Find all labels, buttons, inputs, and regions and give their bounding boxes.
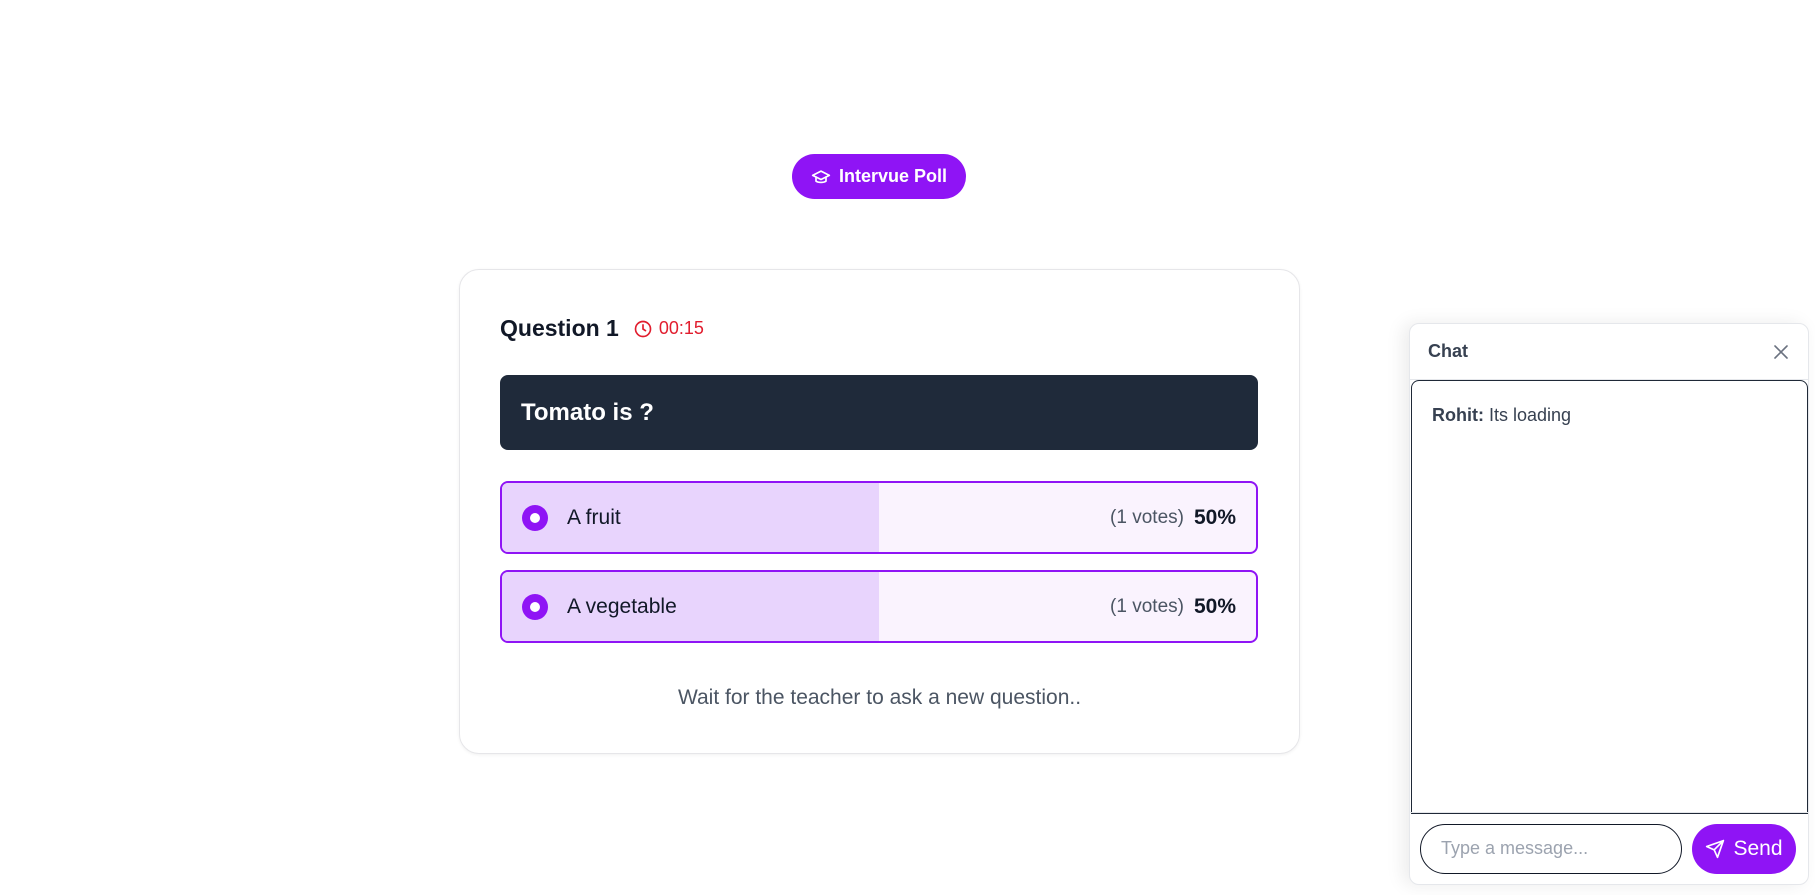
send-button[interactable]: Send <box>1692 823 1796 874</box>
brand-badge: Intervue Poll <box>792 154 966 199</box>
close-icon <box>1774 344 1788 359</box>
option-votes: (1 votes) <box>1110 595 1184 617</box>
chat-title: Chat <box>1428 341 1468 361</box>
chat-footer: Send <box>1410 812 1808 884</box>
poll-card: Question 1 00:15 Tomato is ? A fruit (1 … <box>459 269 1300 754</box>
timer-value: 00:15 <box>658 318 704 338</box>
poll-option[interactable]: A fruit (1 votes) 50% <box>500 481 1258 554</box>
send-label: Send <box>1733 836 1783 860</box>
chat-messages: Rohit: Its loading <box>1411 380 1808 814</box>
message-input[interactable] <box>1420 823 1682 874</box>
message-text: Its loading <box>1489 405 1572 425</box>
option-label: A fruit <box>567 505 621 529</box>
option-percent: 50% <box>1193 505 1236 529</box>
question-text: Tomato is ? <box>500 375 1258 450</box>
radio-selected-icon <box>522 504 548 531</box>
timer: 00:15 <box>633 318 704 339</box>
message-author: Rohit: <box>1432 405 1484 425</box>
poll-option[interactable]: A vegetable (1 votes) 50% <box>500 570 1258 643</box>
wait-message: Wait for the teacher to ask a new questi… <box>677 686 1082 709</box>
question-header: Question 1 00:15 <box>500 315 704 342</box>
radio-selected-icon <box>522 593 548 620</box>
clock-icon <box>634 320 652 337</box>
question-number: Question 1 <box>500 315 619 341</box>
brand-label: Intervue Poll <box>838 166 948 186</box>
chat-header: Chat <box>1410 324 1808 380</box>
option-votes: (1 votes) <box>1110 506 1184 528</box>
option-label: A vegetable <box>567 594 677 618</box>
graduation-cap-icon <box>811 169 831 183</box>
send-icon <box>1706 839 1725 858</box>
page: Intervue Poll Question 1 00:15 Tomato is… <box>0 0 1815 895</box>
chat-panel: Chat Rohit: Its loading Send <box>1409 323 1809 885</box>
chat-message: Rohit: Its loading <box>1432 405 1787 426</box>
option-percent: 50% <box>1193 594 1236 618</box>
close-chat-button[interactable] <box>1770 341 1792 363</box>
